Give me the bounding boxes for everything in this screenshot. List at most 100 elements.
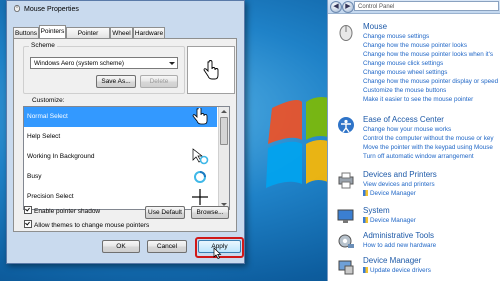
cp-link-text: Change how your mouse works xyxy=(363,126,452,133)
forward-icon[interactable]: ▶ xyxy=(342,1,354,13)
dialog-title-text: Mouse Properties xyxy=(24,6,79,13)
customize-label: Customize: xyxy=(32,97,65,104)
cp-link[interactable]: Device Manager xyxy=(363,217,416,224)
cp-category-title[interactable]: Devices and Printers xyxy=(363,170,437,179)
scheme-value: Windows Aero (system scheme) xyxy=(34,60,124,67)
pointer-list[interactable]: Normal Select Help Select Working In Bac… xyxy=(23,106,230,210)
mouse-icon xyxy=(339,25,353,41)
pointer-label: Busy xyxy=(27,173,42,180)
cp-link[interactable]: Update device drivers xyxy=(363,267,431,274)
cp-link[interactable]: Device Manager xyxy=(363,190,416,197)
cancel-button[interactable]: Cancel xyxy=(147,240,187,253)
cp-link[interactable]: Control the computer without the mouse o… xyxy=(363,135,494,142)
cp-link-text: Customize the mouse buttons xyxy=(363,87,447,94)
working-pointer-icon xyxy=(192,148,209,165)
cp-link[interactable]: Change mouse click settings xyxy=(363,60,443,67)
cp-category-title[interactable]: Mouse xyxy=(363,22,387,31)
pointer-label: Working In Background xyxy=(27,153,95,160)
cp-link-text: Change how the mouse pointer looks when … xyxy=(363,51,494,58)
device-manager-icon xyxy=(338,260,354,275)
cp-link[interactable]: Change how the mouse pointer display or … xyxy=(363,78,498,85)
cp-link-text: How to add new hardware xyxy=(363,242,437,249)
uac-shield-icon xyxy=(363,190,368,196)
cp-link[interactable]: How to add new hardware xyxy=(363,242,436,249)
cp-link-text: Make it easier to see the mouse pointer xyxy=(363,96,474,103)
mouse-properties-dialog: Mouse Properties Buttons Pointers Pointe… xyxy=(6,0,245,264)
cp-link-text: Change mouse wheel settings xyxy=(363,69,448,76)
pointer-list-scrollbar[interactable] xyxy=(218,107,229,209)
tab-pointers[interactable]: Pointers xyxy=(39,25,66,38)
mouse-icon xyxy=(14,4,20,12)
uac-shield-icon xyxy=(363,267,368,273)
cp-category-title[interactable]: System xyxy=(363,206,390,215)
pointer-row-busy[interactable]: Busy xyxy=(24,167,217,187)
enable-shadow-checkbox[interactable]: Enable pointer shadow xyxy=(24,206,100,215)
pointer-label: Precision Select xyxy=(27,193,74,200)
back-icon[interactable]: ◀ xyxy=(330,1,342,13)
cp-link[interactable]: Change how the mouse pointer looks xyxy=(363,42,467,49)
hand-pointer-icon xyxy=(203,60,219,80)
cp-link[interactable]: Change mouse settings xyxy=(363,33,429,40)
pointer-row-precision-select[interactable]: Precision Select xyxy=(24,187,217,207)
cp-category-title[interactable]: Device Manager xyxy=(363,256,421,265)
delete-button[interactable]: Delete xyxy=(140,75,178,88)
cp-link-text: Change mouse click settings xyxy=(363,60,444,67)
tab-buttons[interactable]: Buttons xyxy=(13,27,39,38)
cp-link-text: Update device drivers xyxy=(370,267,431,274)
printer-icon xyxy=(338,172,354,189)
use-default-button[interactable]: Use Default xyxy=(145,206,185,219)
enable-shadow-label: Enable pointer shadow xyxy=(34,208,101,215)
cp-link[interactable]: Make it easier to see the mouse pointer xyxy=(363,96,473,103)
cp-link-text: Change how the mouse pointer display or … xyxy=(363,78,499,85)
scheme-group: Scheme Windows Aero (system scheme) Save… xyxy=(23,42,185,94)
chevron-down-icon xyxy=(169,62,175,65)
scrollbar-thumb[interactable] xyxy=(220,117,228,145)
cp-link[interactable]: Change how the mouse pointer looks when … xyxy=(363,51,493,58)
cp-link-text: Device Manager xyxy=(370,217,416,224)
scroll-up-icon[interactable] xyxy=(221,110,227,113)
pointers-panel: Scheme Windows Aero (system scheme) Save… xyxy=(13,38,237,232)
cp-link[interactable]: Move the pointer with the keypad using M… xyxy=(363,144,493,151)
tab-wheel[interactable]: Wheel xyxy=(110,27,133,38)
tab-pointer-options[interactable]: Pointer Options xyxy=(66,27,110,48)
tab-hardware[interactable]: Hardware xyxy=(133,27,165,38)
cp-link[interactable]: View devices and printers xyxy=(363,181,435,188)
scheme-label: Scheme xyxy=(29,42,57,49)
busy-pointer-icon xyxy=(194,171,206,183)
cp-link[interactable]: Customize the mouse buttons xyxy=(363,87,446,94)
cp-link-text: Turn off automatic window arrangement xyxy=(363,153,474,160)
cp-link-text: View devices and printers xyxy=(363,181,435,188)
pointer-label: Normal Select xyxy=(27,113,68,120)
checkbox-icon[interactable] xyxy=(24,206,32,214)
admin-tools-icon xyxy=(338,234,354,248)
uac-shield-icon xyxy=(363,217,368,223)
address-bar[interactable]: Control Panel xyxy=(354,1,499,11)
allow-themes-checkbox[interactable]: Allow themes to change mouse pointers xyxy=(24,220,149,229)
pointer-preview xyxy=(187,46,235,94)
mouse-cursor-icon xyxy=(213,247,222,259)
cp-link[interactable]: Turn off automatic window arrangement xyxy=(363,153,474,160)
pointer-row-working-in-background[interactable]: Working In Background xyxy=(24,147,217,167)
control-panel-toolbar: ◀ ▶ Control Panel xyxy=(328,0,500,14)
cp-link-text: Change mouse settings xyxy=(363,33,430,40)
cp-link-text: Move the pointer with the keypad using M… xyxy=(363,144,493,151)
cp-category-title[interactable]: Administrative Tools xyxy=(363,231,434,240)
cp-link[interactable]: Change mouse wheel settings xyxy=(363,69,447,76)
pointer-label: Help Select xyxy=(27,133,61,140)
cp-link-text: Change how the mouse pointer looks xyxy=(363,42,467,49)
crosshair-icon xyxy=(192,189,208,205)
cp-link[interactable]: Change how your mouse works xyxy=(363,126,451,133)
cp-link-text: Device Manager xyxy=(370,190,416,197)
system-icon xyxy=(337,209,354,223)
checkbox-icon[interactable] xyxy=(24,220,32,228)
browse-button[interactable]: Browse... xyxy=(191,206,229,219)
hand-pointer-icon xyxy=(192,108,208,125)
pointer-row-help-select[interactable]: Help Select xyxy=(24,127,217,147)
ease-of-access-icon xyxy=(338,117,354,133)
control-panel-window: ◀ ▶ Control Panel Mouse Change mouse sett… xyxy=(327,0,500,281)
save-as-button[interactable]: Save As... xyxy=(96,75,136,88)
ok-button[interactable]: OK xyxy=(102,240,140,253)
cp-category-title[interactable]: Ease of Access Center xyxy=(363,115,444,124)
pointer-row-normal-select[interactable]: Normal Select xyxy=(24,107,217,127)
scheme-select[interactable]: Windows Aero (system scheme) xyxy=(30,57,178,69)
